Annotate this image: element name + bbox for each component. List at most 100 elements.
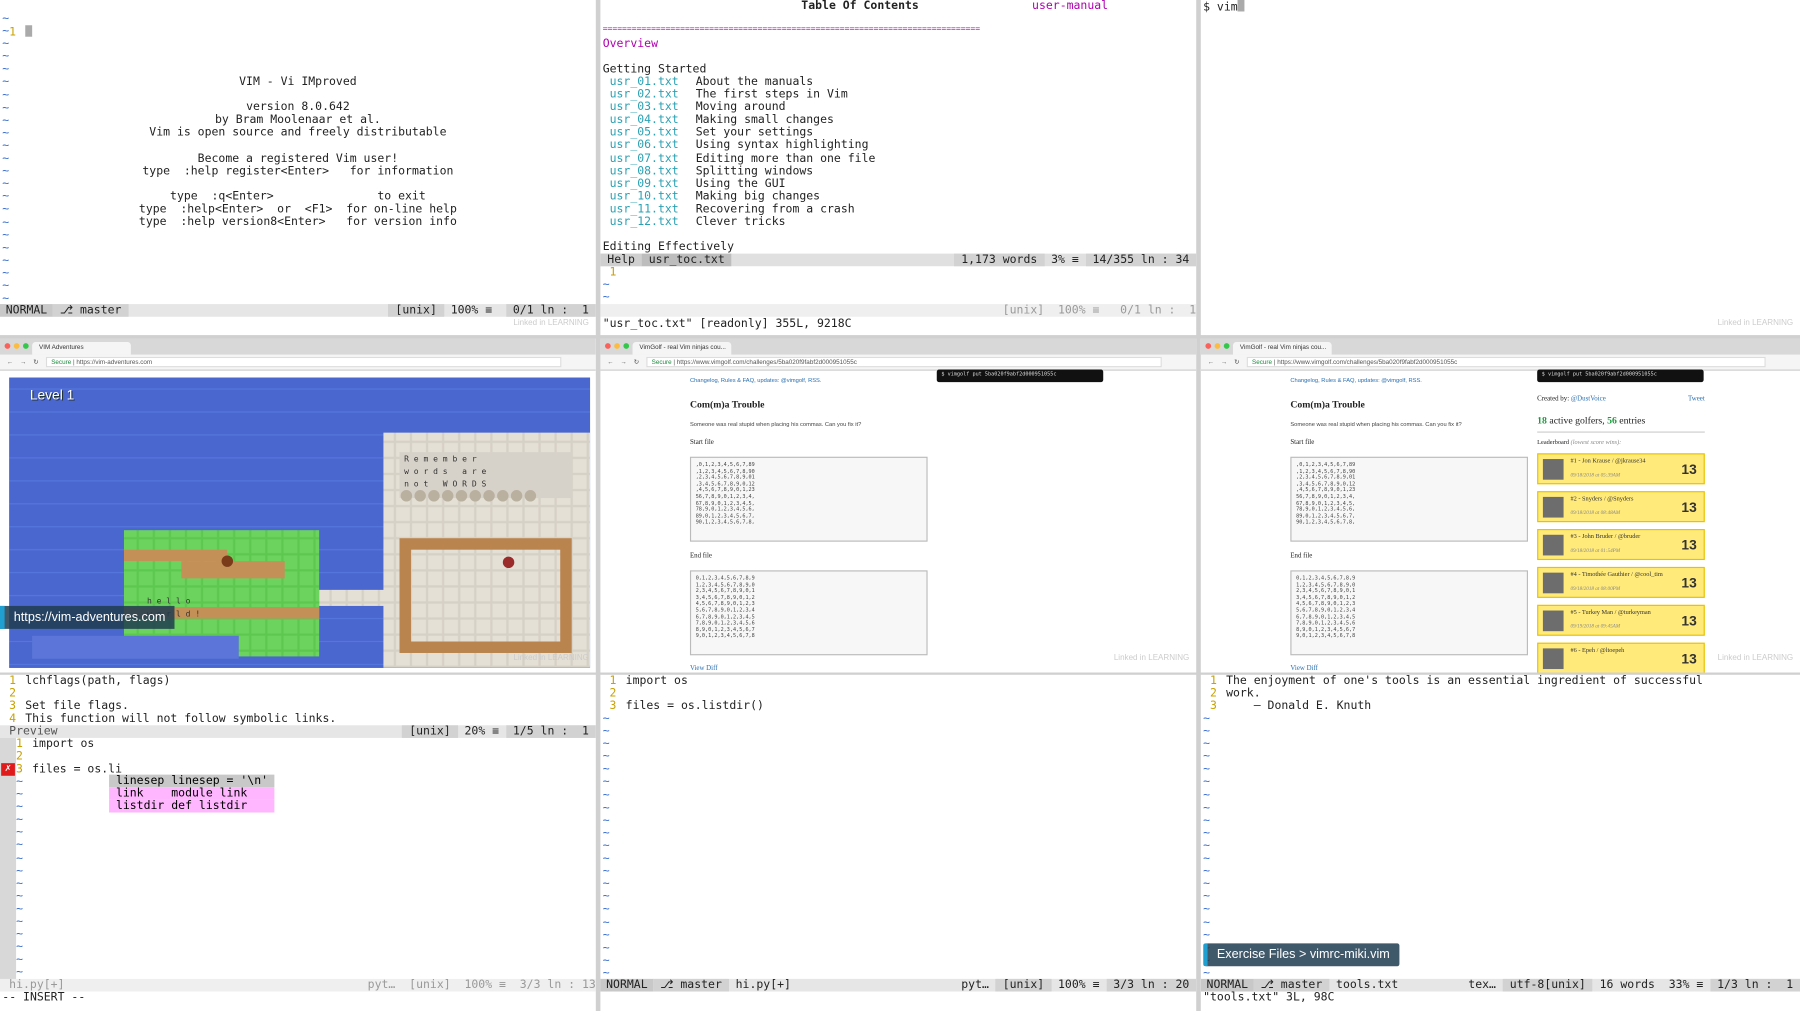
player-name[interactable]: #5 - Turkey Man / @turkeyman bbox=[1570, 609, 1650, 616]
toc-link[interactable]: usr_08.txt bbox=[610, 165, 696, 178]
toc-link[interactable]: usr_03.txt bbox=[610, 101, 696, 114]
toc-link[interactable]: usr_05.txt bbox=[610, 127, 696, 140]
splash-line: version 8.0.642 bbox=[246, 101, 350, 114]
browser-vim-adventures[interactable]: VIM Adventures ← → ↻ Secure | https://vim-… bbox=[0, 338, 596, 673]
code-line: 4 This function will not follow symbolic … bbox=[0, 713, 336, 726]
toc-link[interactable]: usr_10.txt bbox=[610, 190, 696, 203]
toc-link[interactable]: usr_12.txt bbox=[610, 216, 696, 229]
player-name[interactable]: #4 - Timothée Gauthier / @cool_tim bbox=[1570, 572, 1662, 579]
filetype: pyt… bbox=[367, 978, 396, 992]
forward-icon[interactable]: → bbox=[20, 359, 26, 366]
file-encoding: utf-8[unix] bbox=[1502, 978, 1593, 992]
git-branch: ⎇ master bbox=[52, 304, 129, 317]
address-bar[interactable]: ← → ↻ Secure | https://www.vimgolf.com/cha… bbox=[600, 354, 1197, 371]
mode-message: -- INSERT -- bbox=[2, 991, 86, 1005]
toc-row: usr_07.txt Editing more than one file bbox=[610, 152, 876, 165]
view-diff-link[interactable]: View Diff bbox=[690, 666, 718, 673]
vertical-divider[interactable] bbox=[595, 0, 601, 1011]
created-by-label: Created by: bbox=[1537, 395, 1570, 403]
file-format: [unix] bbox=[409, 978, 451, 992]
completion-item[interactable]: link module link bbox=[109, 787, 275, 800]
browser-tab[interactable]: VIM Adventures bbox=[32, 341, 131, 355]
browser-tab[interactable]: VimGolf - real Vim ninjas cou... bbox=[632, 341, 732, 355]
code-line: 1 import os bbox=[7, 738, 122, 751]
toc-title: Recovering from a crash bbox=[695, 203, 855, 216]
linkedin-watermark: Linked in LEARNING bbox=[513, 654, 589, 663]
back-icon[interactable]: ← bbox=[607, 359, 613, 366]
cursor-position: 1/3 ln : 1 bbox=[1710, 978, 1800, 992]
created-by: Created by: @DustVoice Tweet bbox=[1537, 396, 1705, 407]
toc-link[interactable]: usr_06.txt bbox=[610, 139, 696, 152]
header-links[interactable]: Changelog, Rules & FAQ, updates: @vimgol… bbox=[690, 378, 822, 385]
back-icon[interactable]: ← bbox=[1208, 359, 1214, 366]
browser-vimgolf-leaderboard[interactable]: VimGolf - real Vim ninjas cou... ← → ↻ Sec… bbox=[1200, 338, 1800, 673]
vertical-divider[interactable] bbox=[1196, 0, 1201, 1011]
terminal-pane[interactable]: $ vim Linked in LEARNING bbox=[1200, 0, 1800, 336]
toc-link[interactable]: usr_02.txt bbox=[610, 88, 696, 101]
challenge-title: Com(m)a Trouble bbox=[1290, 398, 1365, 410]
tweet-link[interactable]: Tweet bbox=[1688, 396, 1705, 403]
code-buffer[interactable]: 1 import os 2 3 files = os.li bbox=[7, 738, 122, 776]
leaderboard-entry[interactable]: #4 - Timothée Gauthier / @cool_tim 09/18/… bbox=[1537, 566, 1705, 598]
player-name[interactable]: #3 - John Bruder / @bruder bbox=[1570, 534, 1640, 541]
toc-row: usr_04.txt Making small changes bbox=[610, 114, 876, 127]
shell-prompt: $ vim bbox=[1203, 1, 1238, 14]
header-links[interactable]: Changelog, Rules & FAQ, updates: @vimgol… bbox=[1290, 378, 1422, 385]
command-message: "usr_toc.txt" [readonly] 355L, 9218C bbox=[602, 317, 852, 331]
reload-icon[interactable]: ↻ bbox=[33, 359, 38, 366]
avatar bbox=[1542, 459, 1564, 480]
leaderboard-entry[interactable]: #5 - Turkey Man / @turkeyman 09/19/2018 a… bbox=[1537, 604, 1705, 636]
vim-completion-pane[interactable]: 1 lchflags(path, flags) 2 3 Set file flags. 4… bbox=[0, 674, 596, 1011]
leaderboard-entry[interactable]: #1 - Jon Krause / @jkrause34 09/18/2018 a… bbox=[1537, 453, 1705, 485]
linkedin-watermark: Linked in LEARNING bbox=[1113, 654, 1190, 663]
horizontal-divider[interactable] bbox=[0, 335, 1800, 339]
browser-tab[interactable]: VimGolf - real Vim ninjas cou... bbox=[1232, 341, 1332, 355]
toc-link[interactable]: usr_11.txt bbox=[610, 203, 696, 216]
view-diff-link[interactable]: View Diff bbox=[1290, 666, 1318, 673]
empty-lines: ~ ~ ~ ~ ~ ~ ~ ~ ~ ~ ~ ~ ~ ~ ~ ~ ~ ~ ~ ~ … bbox=[602, 712, 610, 980]
toc-link[interactable]: usr_09.txt bbox=[610, 178, 696, 191]
completion-popup[interactable]: linesep linesep = '\n' link module link li… bbox=[109, 774, 275, 813]
author-link[interactable]: @DustVoice bbox=[1571, 396, 1606, 403]
filename: hi.py[+] bbox=[9, 978, 65, 992]
vim-editor-pane[interactable]: 1 import os 2 3 files = os.listdir() ~ ~ ~ ~… bbox=[600, 674, 1197, 1011]
score: 13 bbox=[1681, 574, 1697, 592]
score: 13 bbox=[1681, 537, 1697, 554]
tab-bar: VIM Adventures bbox=[0, 338, 596, 355]
player-name[interactable]: #1 - Jon Krause / @jkrause34 bbox=[1570, 458, 1645, 465]
back-icon[interactable]: ← bbox=[7, 359, 13, 366]
forward-icon[interactable]: → bbox=[1221, 359, 1227, 366]
preview-status-line: Preview [unix] 20% ≡ 1/5 ln : 1 bbox=[0, 725, 596, 738]
vim-help-pane[interactable]: Table Of Contents user-manual ==========… bbox=[600, 0, 1197, 336]
vim-text-pane[interactable]: 1 The enjoyment of one's tools is an esse… bbox=[1200, 674, 1800, 1011]
reload-icon[interactable]: ↻ bbox=[1234, 359, 1239, 366]
toc-link[interactable]: usr_07.txt bbox=[610, 152, 696, 165]
leaderboard-entry[interactable]: #6 - Epeh / @ltoepeh 13 bbox=[1537, 642, 1705, 673]
empty-lines: ~ ~ ~ ~ ~ ~ ~ ~ ~ ~ ~ ~ ~ ~ ~ ~ bbox=[16, 775, 23, 980]
address-bar[interactable]: ← → ↻ Secure | https://www.vimgolf.com/cha… bbox=[1200, 354, 1800, 371]
forward-icon[interactable]: → bbox=[620, 359, 626, 366]
player-name[interactable]: #6 - Epeh / @ltoepeh bbox=[1570, 647, 1624, 654]
address-bar[interactable]: ← → ↻ Secure | https://vim-adventures.com bbox=[0, 354, 596, 371]
browser-vimgolf[interactable]: VimGolf - real Vim ninjas cou... ← → ↻ Sec… bbox=[600, 338, 1197, 673]
leaderboard-entry[interactable]: #2 - Snyders / @Snyders 09/18/2018 at 08:… bbox=[1537, 491, 1705, 523]
player-name[interactable]: #2 - Snyders / @Snyders bbox=[1570, 496, 1633, 503]
completion-kind: def listdir bbox=[171, 799, 248, 813]
completion-item[interactable]: listdir def listdir bbox=[109, 799, 275, 813]
code-buffer[interactable]: 1 import os 2 3 files = os.listdir() bbox=[600, 675, 764, 713]
vim-splash-pane[interactable]: 1 ~ ~ ~ ~ ~ ~ ~ ~ ~ ~ ~ ~ ~ ~ ~ ~ ~ ~ ~ … bbox=[0, 0, 596, 336]
toc-row: usr_03.txt Moving around bbox=[610, 101, 876, 114]
horizontal-divider[interactable] bbox=[0, 672, 1800, 675]
word-count: 1,173 words bbox=[954, 253, 1045, 267]
code-line: 3 files = os.listdir() bbox=[600, 700, 764, 713]
completion-item[interactable]: linesep linesep = '\n' bbox=[109, 774, 275, 788]
reload-icon[interactable]: ↻ bbox=[634, 359, 639, 366]
toc-row: usr_06.txt Using syntax highlighting bbox=[610, 139, 876, 152]
help-status-line: Help usr_toc.txt 1,173 words 3% ≡ 14/355 … bbox=[600, 253, 1197, 267]
toc-link[interactable]: usr_04.txt bbox=[610, 114, 696, 127]
toc-title: Using syntax highlighting bbox=[695, 139, 869, 153]
scroll-percent: 100% ≡ bbox=[1057, 304, 1100, 317]
leaderboard-entry[interactable]: #3 - John Bruder / @bruder 09/18/2018 at … bbox=[1537, 529, 1705, 561]
text-buffer[interactable]: 1 The enjoyment of one's tools is an esse… bbox=[1201, 675, 1703, 713]
toc-link[interactable]: usr_01.txt bbox=[610, 76, 696, 89]
